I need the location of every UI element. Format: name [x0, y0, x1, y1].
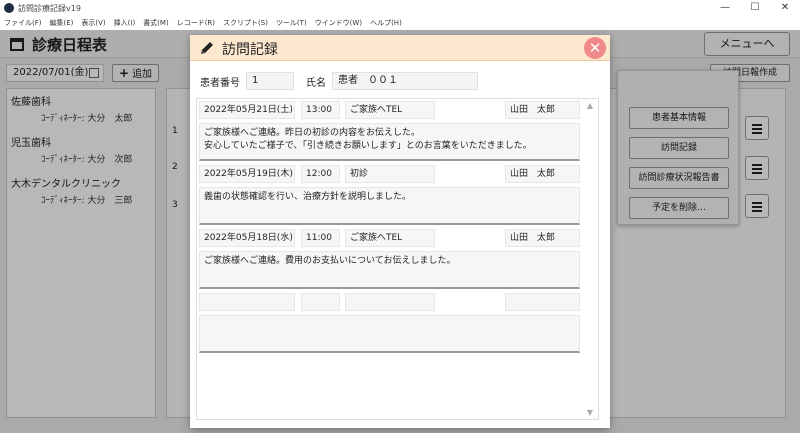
- window-titlebar: 訪問診療記録v19 — ☐ ✕: [0, 0, 800, 16]
- record-notes[interactable]: [199, 315, 580, 353]
- scroll-down-icon[interactable]: ▼: [584, 408, 596, 417]
- maximize-icon[interactable]: ☐: [740, 0, 770, 16]
- menu-record[interactable]: レコード(R): [177, 18, 215, 28]
- window-title: 訪問診療記録v19: [18, 3, 81, 13]
- menu-edit[interactable]: 編集(E): [50, 18, 74, 28]
- record-staff[interactable]: 山田 太郎: [505, 229, 580, 247]
- patient-name-field[interactable]: 患者 ００１: [332, 72, 478, 90]
- record-staff[interactable]: 山田 太郎: [505, 165, 580, 183]
- record-list: 2022年05月21日(土) 13:00 ご家族へTEL 山田 太郎 ご家族様へ…: [196, 98, 599, 420]
- dialog-title: 訪問記録: [222, 42, 278, 58]
- patient-number-label: 患者番号: [200, 77, 240, 89]
- record-scrollbar[interactable]: ▲ ▼: [584, 99, 596, 419]
- patient-name-label: 氏名: [306, 77, 326, 89]
- record-staff[interactable]: 山田 太郎: [505, 101, 580, 119]
- record-note-line: ご家族様へご連絡。昨日の初診の内容をお伝えした。: [204, 128, 421, 138]
- close-button[interactable]: ✕: [584, 37, 606, 59]
- menu-view[interactable]: 表示(V): [81, 18, 105, 28]
- record-staff[interactable]: [505, 293, 580, 311]
- menu-help[interactable]: ヘルプ(H): [370, 18, 402, 28]
- menu-format[interactable]: 書式(M): [143, 18, 169, 28]
- close-window-icon[interactable]: ✕: [770, 0, 800, 16]
- record-note-line: 安心していたご様子で、「引き続きお願いします」とのお言葉をいただきました。: [204, 141, 532, 151]
- record-notes[interactable]: 義歯の状態確認を行い、治療方針を説明しました。: [199, 187, 580, 225]
- patient-number-field[interactable]: 1: [246, 72, 294, 90]
- menu-file[interactable]: ファイル(F): [4, 18, 42, 28]
- menu-bar: ファイル(F) 編集(E) 表示(V) 挿入(I) 書式(M) レコード(R) …: [0, 16, 800, 30]
- record-type[interactable]: 初診: [345, 165, 435, 183]
- record-note-line: 義歯の状態確認を行い、治療方針を説明しました。: [204, 192, 412, 202]
- scroll-up-icon[interactable]: ▲: [584, 101, 596, 110]
- record-type[interactable]: ご家族へTEL: [345, 229, 435, 247]
- menu-insert[interactable]: 挿入(I): [114, 18, 136, 28]
- record-type[interactable]: [345, 293, 435, 311]
- window-controls: — ☐ ✕: [710, 0, 800, 16]
- minimize-icon[interactable]: —: [710, 0, 740, 16]
- patient-info-row: 患者番号 1 氏名 患者 ００１: [200, 72, 478, 90]
- pencil-icon: [201, 42, 213, 54]
- menu-script[interactable]: スクリプト(S): [223, 18, 268, 28]
- record-time[interactable]: [301, 293, 340, 311]
- record-time[interactable]: 12:00: [301, 165, 340, 183]
- menu-tools[interactable]: ツール(T): [276, 18, 307, 28]
- menu-window[interactable]: ウインドウ(W): [315, 18, 362, 28]
- dialog-header: 訪問記録 ✕: [190, 35, 610, 61]
- record-date[interactable]: 2022年05月19日(木): [199, 165, 295, 183]
- app-icon: [4, 3, 14, 13]
- record-date[interactable]: 2022年05月21日(土): [199, 101, 295, 119]
- record-date[interactable]: [199, 293, 295, 311]
- record-time[interactable]: 11:00: [301, 229, 340, 247]
- record-time[interactable]: 13:00: [301, 101, 340, 119]
- record-type[interactable]: ご家族へTEL: [345, 101, 435, 119]
- record-notes[interactable]: ご家族様へご連絡。費用のお支払いについてお伝えしました。: [199, 251, 580, 289]
- visit-record-dialog: 訪問記録 ✕ 患者番号 1 氏名 患者 ００１ 2022年05月21日(土) 1…: [190, 35, 610, 428]
- record-note-line: ご家族様へご連絡。費用のお支払いについてお伝えしました。: [204, 256, 456, 266]
- record-notes[interactable]: ご家族様へご連絡。昨日の初診の内容をお伝えした。 安心していたご様子で、「引き続…: [199, 123, 580, 161]
- record-date[interactable]: 2022年05月18日(水): [199, 229, 295, 247]
